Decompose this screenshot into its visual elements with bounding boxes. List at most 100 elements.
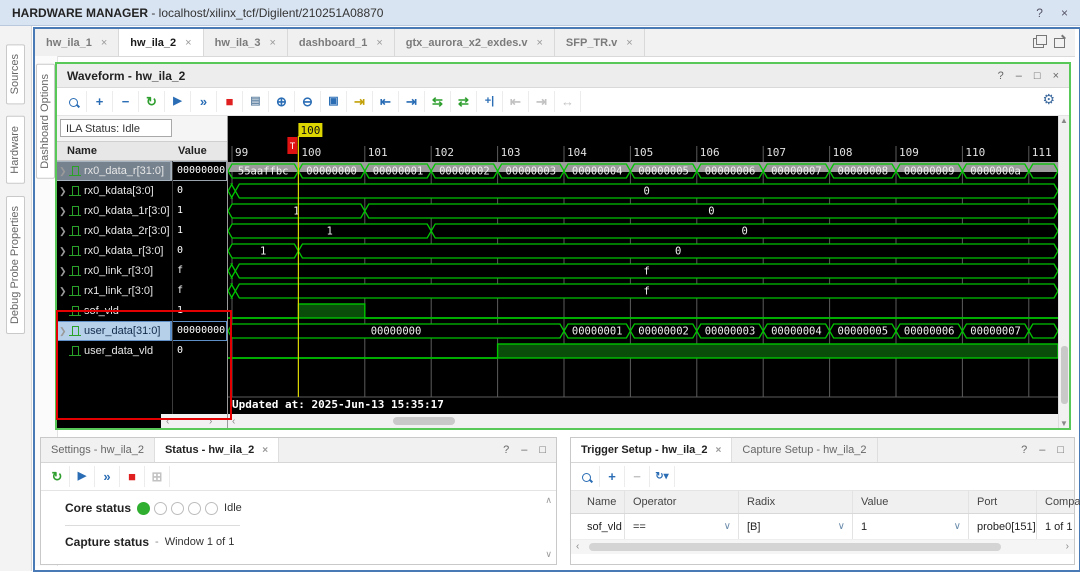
- signal-row-rx1_link_r[interactable]: ❯ rx1_link_r[3:0] f: [57, 281, 227, 301]
- tab-close-icon[interactable]: ×: [101, 37, 107, 49]
- run-icon[interactable]: ▶: [70, 466, 95, 487]
- trigger-tab-trigger[interactable]: Trigger Setup - hw_ila_2 ×: [571, 438, 733, 462]
- expand-icon[interactable]: ❯: [57, 246, 68, 257]
- remove-icon[interactable]: −: [113, 91, 139, 112]
- value-column-header[interactable]: Value: [178, 145, 207, 157]
- trigger-table-hscrollbar[interactable]: ‹ ›: [571, 540, 1074, 554]
- signal-row-sof_vld[interactable]: sof_vld 1: [57, 301, 227, 321]
- maximize-icon[interactable]: □: [539, 444, 546, 456]
- maximize-icon[interactable]: □: [1034, 70, 1041, 82]
- column-header-compa[interactable]: Compa: [1037, 491, 1080, 513]
- goto-trigger-icon[interactable]: ⇥: [347, 91, 373, 112]
- help-icon[interactable]: ?: [998, 70, 1004, 82]
- scroll-left-icon[interactable]: ‹: [166, 416, 169, 427]
- column-header-name[interactable]: Name: [579, 491, 625, 513]
- status-tab-settings[interactable]: Settings - hw_ila_2: [41, 438, 155, 462]
- run-trigger-icon[interactable]: ↻: [45, 466, 70, 487]
- scroll-up-icon[interactable]: ▲: [1060, 116, 1068, 125]
- signal-row-rx0_kdata_1r[interactable]: ❯ rx0_kdata_1r[3:0] 1: [57, 201, 227, 221]
- name-column-header[interactable]: Name: [67, 145, 97, 157]
- expand-icon[interactable]: ❯: [57, 266, 68, 277]
- external-window-icon[interactable]: [1054, 37, 1065, 48]
- waveform-vscrollbar[interactable]: ▲ ▼: [1058, 116, 1069, 428]
- add-icon[interactable]: +: [87, 91, 113, 112]
- tab-close-icon[interactable]: ×: [626, 37, 632, 49]
- search-icon[interactable]: [61, 91, 87, 112]
- run-icon[interactable]: ▶: [165, 91, 191, 112]
- help-icon[interactable]: ?: [1036, 6, 1043, 20]
- add-icon[interactable]: +: [600, 466, 625, 487]
- expand-icon[interactable]: ❯: [57, 166, 68, 177]
- signal-name-cell[interactable]: user_data_vld: [57, 342, 171, 360]
- chevron-down-icon[interactable]: ∨: [838, 521, 845, 532]
- zoom-out-icon[interactable]: ⊖: [295, 91, 321, 112]
- expand-icon[interactable]: ❯: [57, 286, 68, 297]
- run-multiple-icon[interactable]: »: [95, 466, 120, 487]
- doc-tab-gtx_aurora_x2_exdes.v[interactable]: gtx_aurora_x2_exdes.v ×: [394, 29, 555, 56]
- trigger-cell-operator[interactable]: == ∨: [625, 514, 739, 539]
- next-transition-icon[interactable]: ⇥: [399, 91, 425, 112]
- sidebar-tab-hardware[interactable]: Hardware: [6, 116, 25, 185]
- status-tab-status[interactable]: Status - hw_ila_2 ×: [154, 438, 280, 462]
- expand-icon[interactable]: ❯: [57, 226, 68, 237]
- run-trigger-icon[interactable]: ↻: [139, 91, 165, 112]
- signal-row-rx0_data_r[interactable]: ❯ rx0_data_r[31:0] 00000000: [57, 161, 227, 181]
- signal-name-cell[interactable]: ❯ rx0_kdata_1r[3:0]: [57, 202, 171, 220]
- signal-name-cell[interactable]: ❯ rx0_kdata_2r[3:0]: [57, 222, 171, 240]
- swap-left-icon[interactable]: ⇆: [425, 91, 451, 112]
- column-header-radix[interactable]: Radix: [739, 491, 853, 513]
- signal-row-rx0_link_r[interactable]: ❯ rx0_link_r[3:0] f: [57, 261, 227, 281]
- expand-icon[interactable]: ❯: [57, 326, 68, 337]
- expand-icon[interactable]: ❯: [57, 206, 68, 217]
- chevron-down-icon[interactable]: ∨: [954, 521, 961, 532]
- column-header-value[interactable]: Value: [853, 491, 969, 513]
- minimize-icon[interactable]: –: [521, 444, 527, 456]
- signal-name-cell[interactable]: ❯ rx0_kdata_r[3:0]: [57, 242, 171, 260]
- signal-row-user_data_vld[interactable]: user_data_vld 0: [57, 341, 227, 361]
- doc-tab-hw_ila_3[interactable]: hw_ila_3 ×: [203, 29, 288, 56]
- sidebar-tab-debug-probe-properties[interactable]: Debug Probe Properties: [6, 196, 25, 335]
- prev-transition-icon[interactable]: ⇤: [373, 91, 399, 112]
- scroll-left-icon[interactable]: ‹: [576, 541, 579, 552]
- waveform-canvas[interactable]: 99 100 101 102 103 104 105 106 107 108 109 110 111 55…: [227, 116, 1059, 414]
- run-multiple-icon[interactable]: »: [191, 91, 217, 112]
- signal-row-user_data[interactable]: ❯ user_data[31:0] 00000000: [57, 321, 227, 341]
- scroll-up-icon[interactable]: ∧: [545, 495, 552, 506]
- trigger-cell-value[interactable]: 1 ∨: [853, 514, 969, 539]
- doc-tab-hw_ila_1[interactable]: hw_ila_1 ×: [35, 29, 120, 56]
- minimize-icon[interactable]: –: [1016, 70, 1022, 82]
- doc-tab-SFP_TR.v[interactable]: SFP_TR.v ×: [554, 29, 645, 56]
- trigger-cell-radix[interactable]: [B] ∨: [739, 514, 853, 539]
- minimize-icon[interactable]: –: [1039, 444, 1045, 456]
- signal-name-cell[interactable]: ❯ rx0_link_r[3:0]: [57, 262, 171, 280]
- zoom-in-icon[interactable]: ⊕: [269, 91, 295, 112]
- trigger-row-sof_vld[interactable]: sof_vld == ∨ [B] ∨ 1 ∨ probe0[151] 1 of 1: [571, 514, 1074, 540]
- signal-row-rx0_kdata_r[interactable]: ❯ rx0_kdata_r[3:0] 0: [57, 241, 227, 261]
- hscroll-thumb[interactable]: [589, 543, 1001, 551]
- gear-icon[interactable]: ⚙: [1042, 91, 1055, 108]
- signal-name-cell[interactable]: ❯ rx0_data_r[31:0]: [57, 161, 172, 181]
- stop-icon[interactable]: ■: [217, 91, 243, 112]
- sidebar-tab-sources[interactable]: Sources: [6, 44, 25, 105]
- column-header-port[interactable]: Port: [969, 491, 1037, 513]
- help-icon[interactable]: ?: [1021, 444, 1027, 456]
- close-icon[interactable]: ×: [1053, 70, 1059, 82]
- doc-tab-dashboard_1[interactable]: dashboard_1 ×: [287, 29, 395, 56]
- scroll-right-icon[interactable]: ›: [209, 416, 212, 427]
- tab-close-icon[interactable]: ×: [269, 37, 275, 49]
- vscroll-thumb[interactable]: [1061, 346, 1068, 404]
- hscroll-thumb[interactable]: [393, 417, 455, 425]
- doc-tab-hw_ila_2[interactable]: hw_ila_2 ×: [119, 29, 204, 56]
- search-icon[interactable]: [575, 466, 600, 487]
- signal-list-hscrollbar[interactable]: ‹ ›: [57, 414, 227, 428]
- scroll-down-icon[interactable]: ▼: [1060, 419, 1068, 428]
- tab-close-icon[interactable]: ×: [376, 37, 382, 49]
- chevron-down-icon[interactable]: ∨: [724, 521, 731, 532]
- column-divider[interactable]: [172, 161, 173, 414]
- column-header-operator[interactable]: Operator: [625, 491, 739, 513]
- signal-name-cell[interactable]: ❯ rx0_kdata[3:0]: [57, 182, 171, 200]
- states-icon[interactable]: ↻▾: [650, 466, 675, 487]
- scroll-down-icon[interactable]: ∨: [545, 549, 552, 560]
- expand-icon[interactable]: ❯: [57, 186, 68, 197]
- swap-right-icon[interactable]: ⇄: [451, 91, 477, 112]
